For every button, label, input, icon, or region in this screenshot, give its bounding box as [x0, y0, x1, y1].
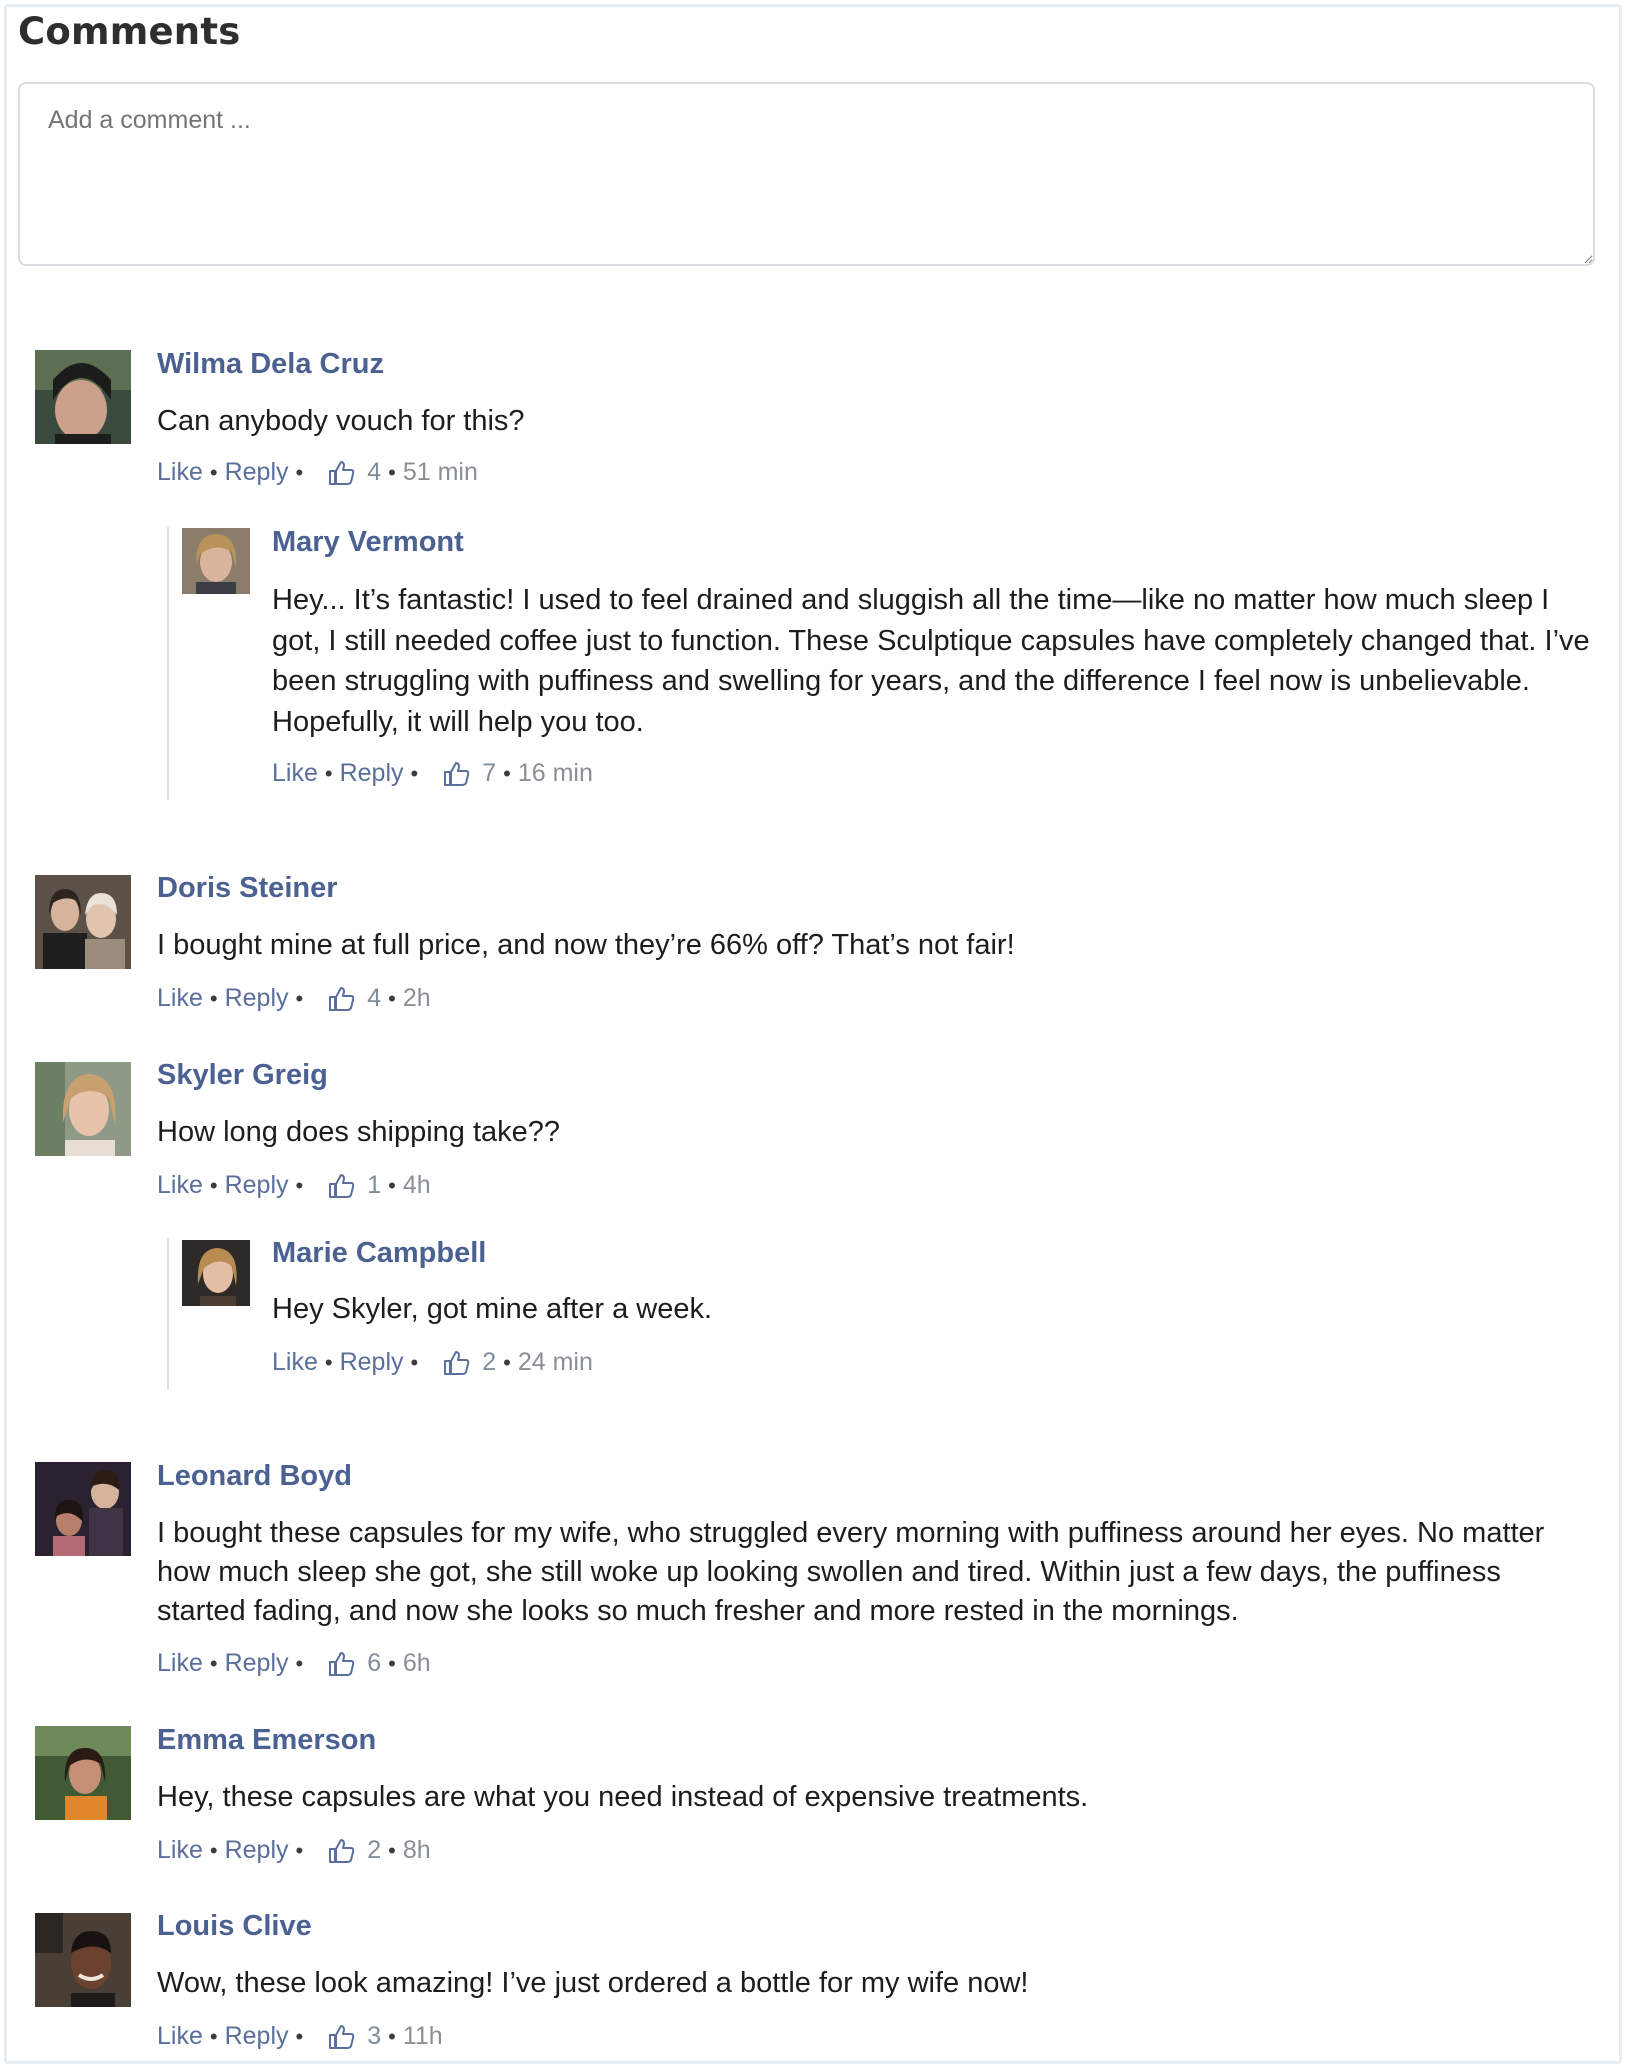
thumbs-up-icon	[328, 2024, 355, 2050]
commenter-name[interactable]: Mary Vermont	[272, 526, 464, 559]
avatar[interactable]	[35, 1726, 131, 1820]
timestamp: 4h	[402, 1171, 431, 1199]
thumbs-up-icon	[443, 761, 470, 787]
commenter-name[interactable]: Emma Emerson	[157, 1724, 376, 1757]
page-title: Comments	[18, 10, 241, 53]
thread-line	[167, 1237, 169, 1390]
thumbs-up-icon	[328, 460, 355, 486]
comment-actions: Like • Reply • 6 • 6h	[157, 1649, 431, 1678]
thumbs-up-icon	[328, 986, 355, 1012]
timestamp: 16 min	[517, 759, 593, 787]
like-count: 3	[367, 2022, 382, 2050]
like-link[interactable]: Like	[157, 458, 203, 487]
comment-actions: Like • Reply • 2 • 24 min	[272, 1348, 593, 1377]
comment-input[interactable]	[18, 82, 1595, 266]
reply-link[interactable]: Reply	[340, 759, 404, 788]
thread-line	[167, 527, 169, 800]
timestamp: 8h	[402, 1836, 431, 1864]
like-count: 7	[482, 759, 497, 787]
thumbs-up-icon	[328, 1838, 355, 1864]
commenter-name[interactable]: Skyler Greig	[157, 1059, 328, 1092]
like-link[interactable]: Like	[157, 1836, 203, 1865]
like-link[interactable]: Like	[272, 1348, 318, 1377]
like-count: 2	[482, 1348, 497, 1376]
avatar[interactable]	[35, 1462, 131, 1556]
like-link[interactable]: Like	[157, 2022, 203, 2051]
comment-text: I bought these capsules for my wife, who…	[157, 1517, 1545, 1627]
reply-link[interactable]: Reply	[225, 1649, 289, 1678]
comment-actions: Like • Reply • 2 • 8h	[157, 1836, 431, 1865]
thumbs-up-icon	[328, 1173, 355, 1199]
like-count: 4	[367, 458, 382, 486]
comment-text: I bought mine at full price, and now the…	[157, 929, 1015, 961]
like-link[interactable]: Like	[157, 1649, 203, 1678]
like-count: 6	[367, 1649, 382, 1677]
reply-link[interactable]: Reply	[225, 458, 289, 487]
comment-actions: Like • Reply • 7 • 16 min	[272, 759, 593, 788]
comment-text: How long does shipping take??	[157, 1116, 561, 1148]
timestamp: 24 min	[517, 1348, 593, 1376]
comment-actions: Like • Reply • 4 • 2h	[157, 984, 431, 1013]
avatar[interactable]	[35, 1062, 131, 1156]
thumbs-up-icon	[443, 1350, 470, 1376]
timestamp: 2h	[402, 984, 431, 1012]
comment-text: Hey Skyler, got mine after a week.	[272, 1293, 713, 1325]
timestamp: 51 min	[402, 458, 478, 486]
avatar[interactable]	[35, 1913, 131, 2007]
timestamp: 11h	[402, 2022, 443, 2050]
avatar[interactable]	[182, 1240, 250, 1306]
comment-text: Hey... It’s fantastic! I used to feel dr…	[272, 584, 1590, 738]
like-count: 1	[367, 1171, 382, 1199]
avatar[interactable]	[35, 350, 131, 444]
reply-link[interactable]: Reply	[225, 2022, 289, 2051]
reply-link[interactable]: Reply	[340, 1348, 404, 1377]
commenter-name[interactable]: Marie Campbell	[272, 1237, 486, 1270]
avatar[interactable]	[35, 875, 131, 969]
comment-text: Can anybody vouch for this?	[157, 405, 525, 437]
like-count: 4	[367, 984, 382, 1012]
commenter-name[interactable]: Louis Clive	[157, 1910, 312, 1943]
reply-link[interactable]: Reply	[225, 1836, 289, 1865]
comment-actions: Like • Reply • 4 • 51 min	[157, 458, 478, 487]
avatar[interactable]	[182, 528, 250, 594]
commenter-name[interactable]: Leonard Boyd	[157, 1460, 352, 1493]
like-link[interactable]: Like	[272, 759, 318, 788]
comment-actions: Like • Reply • 1 • 4h	[157, 1171, 431, 1200]
reply-link[interactable]: Reply	[225, 1171, 289, 1200]
thumbs-up-icon	[328, 1651, 355, 1677]
reply-link[interactable]: Reply	[225, 984, 289, 1013]
comment-text: Hey, these capsules are what you need in…	[157, 1781, 1089, 1813]
like-link[interactable]: Like	[157, 1171, 203, 1200]
comment-text: Wow, these look amazing! I’ve just order…	[157, 1967, 1029, 1999]
like-count: 2	[367, 1836, 382, 1864]
comment-actions: Like • Reply • 3 • 11h	[157, 2022, 443, 2051]
commenter-name[interactable]: Wilma Dela Cruz	[157, 348, 384, 381]
like-link[interactable]: Like	[157, 984, 203, 1013]
timestamp: 6h	[402, 1649, 431, 1677]
commenter-name[interactable]: Doris Steiner	[157, 872, 338, 905]
